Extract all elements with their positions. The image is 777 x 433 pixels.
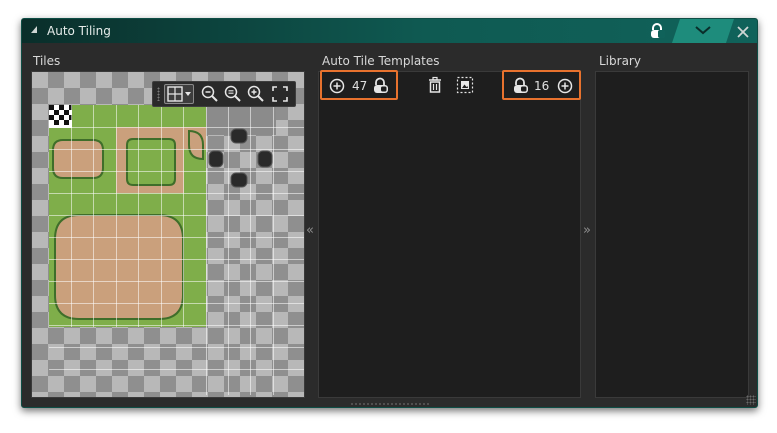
tiles-panel-title: Tiles (33, 54, 61, 68)
templates-panel[interactable] (318, 71, 581, 398)
tileset-image[interactable] (49, 105, 305, 395)
corner-resize-grip-icon[interactable] (746, 395, 756, 405)
template-group-16[interactable]: 16 (502, 70, 581, 100)
template-count: 47 (352, 79, 368, 93)
add-icon[interactable] (557, 78, 573, 94)
template-count: 16 (534, 79, 550, 93)
zoom-reset-icon (224, 85, 241, 102)
fullscreen-icon (272, 86, 288, 102)
zoom-out-icon (201, 85, 218, 102)
padlock-icon[interactable] (649, 23, 667, 39)
tile-view-toolbar (152, 81, 296, 107)
auto-tiling-window: Auto Tiling Tiles « Auto Tile Templates … (21, 18, 758, 408)
padlock-icon[interactable] (372, 77, 390, 95)
dropdown-arrow-icon (185, 92, 191, 96)
left-panel-splitter[interactable]: « (305, 71, 317, 398)
template-group-47[interactable]: 47 (320, 70, 398, 100)
window-title: Auto Tiling (47, 24, 111, 38)
templates-panel-title: Auto Tile Templates (322, 54, 440, 68)
fullscreen-button[interactable] (270, 84, 290, 104)
library-panel-title: Library (599, 54, 641, 68)
grid-toggle-button[interactable] (164, 84, 194, 104)
zoom-in-button[interactable] (246, 84, 266, 104)
bottom-resize-handle[interactable] (350, 402, 430, 406)
zoom-reset-button[interactable] (223, 84, 243, 104)
tiles-panel[interactable] (31, 71, 305, 398)
add-icon[interactable] (329, 78, 345, 94)
delete-icon[interactable] (427, 76, 443, 94)
right-panel-splitter[interactable]: » (582, 71, 594, 398)
select-image-icon[interactable] (456, 76, 474, 94)
padlock-icon[interactable] (512, 77, 530, 95)
library-panel[interactable] (595, 71, 749, 398)
chevron-down-icon (694, 24, 712, 36)
collapse-triangle-icon[interactable] (31, 26, 37, 33)
zoom-in-icon (247, 85, 264, 102)
collapse-left-label: « (306, 223, 314, 238)
close-icon[interactable] (736, 24, 750, 38)
title-bar[interactable]: Auto Tiling (22, 19, 757, 43)
zoom-out-button[interactable] (200, 84, 220, 104)
collapse-right-label: » (583, 223, 591, 238)
grid-toggle-icon (167, 86, 191, 102)
window-tab[interactable] (672, 19, 734, 43)
toolbar-grip-icon[interactable] (157, 87, 160, 101)
